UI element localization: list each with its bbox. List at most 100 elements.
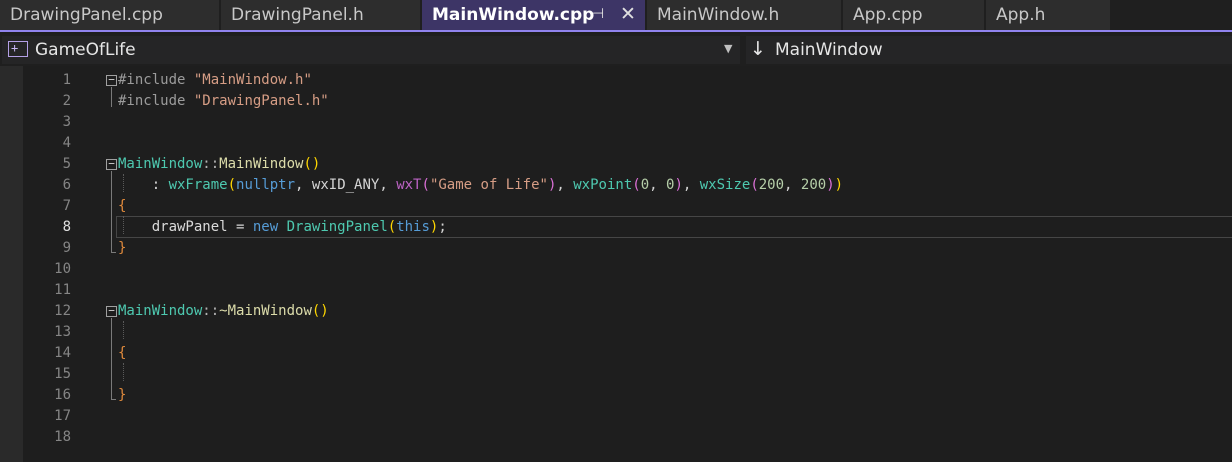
chevron-down-icon[interactable]: ▼ (724, 42, 732, 55)
initializer-colon: : (151, 177, 169, 193)
code-line-6: : wxFrame(nullptr, wxID_ANY, wxT("Game o… (118, 175, 843, 196)
code-line-8: drawPanel = new DrawingPanel(this); (118, 217, 447, 238)
line-number: 6 (62, 177, 71, 193)
paren: ) (826, 177, 835, 193)
tab-drawingpanel-cpp[interactable]: DrawingPanel.cpp (0, 0, 219, 30)
paren: ) (834, 177, 844, 193)
paren: ( (750, 177, 759, 193)
code-line-5: MainWindow::MainWindow() (118, 154, 320, 175)
keyword: nullptr (236, 177, 296, 193)
scope-operator: :: (202, 303, 220, 319)
navigation-bar: + GameOfLife ▼ ↓ MainWindow (0, 34, 1232, 66)
number-literal: 0 (640, 177, 650, 193)
paren: ( (387, 219, 397, 235)
type-name: wxPoint (573, 177, 633, 193)
collapse-icon[interactable]: − (106, 305, 117, 317)
line-number: 2 (62, 93, 71, 109)
string-literal: "Game of Life" (429, 177, 548, 193)
member-name: MainWindow (775, 40, 883, 60)
member-dropdown[interactable]: ↓ MainWindow (746, 36, 1232, 64)
parentheses: () (311, 303, 329, 319)
line-number: 11 (54, 282, 71, 298)
line-number: 14 (54, 345, 71, 361)
comma: , (682, 177, 700, 193)
line-number: 13 (54, 324, 71, 340)
tab-app-cpp[interactable]: App.cpp (843, 0, 984, 30)
paren: ( (227, 177, 237, 193)
scope-operator: :: (202, 156, 220, 172)
code-line-14: { (118, 343, 126, 364)
preprocessor-directive: #include (118, 93, 186, 109)
code-editor[interactable]: 1 2 3 4 5 6 7 8 9 10 11 12 13 14 15 16 1… (0, 66, 1232, 462)
type-name: wxSize (699, 177, 751, 193)
class-name: MainWindow (118, 156, 203, 172)
keyword: new (252, 219, 279, 235)
tab-label: App.cpp (853, 5, 923, 25)
comma: , (379, 177, 397, 193)
line-number: 12 (54, 303, 71, 319)
outline-bracket (111, 87, 112, 107)
project-dropdown[interactable]: + GameOfLife ▼ (2, 36, 740, 64)
paren: ( (421, 177, 430, 193)
tab-mainwindow-h[interactable]: MainWindow.h (647, 0, 841, 30)
line-number: 9 (62, 240, 71, 256)
project-icon: + (8, 41, 28, 57)
line-number: 1 (62, 72, 71, 88)
member-variable: drawPanel (151, 219, 228, 235)
function-name: MainWindow (219, 156, 304, 172)
line-number: 5 (62, 156, 71, 172)
comma: , (649, 177, 666, 193)
base-class: wxFrame (168, 177, 228, 193)
line-number: 18 (54, 429, 71, 445)
indent-guide (123, 363, 124, 381)
tab-drawingpanel-h[interactable]: DrawingPanel.h (221, 0, 420, 30)
function-name: ~MainWindow (219, 303, 312, 319)
tab-label: MainWindow.h (657, 5, 780, 25)
code-line-16: } (118, 385, 126, 406)
outline-bracket (111, 318, 116, 400)
code-line-2: #include "DrawingPanel.h" (118, 91, 329, 112)
comma: , (784, 177, 801, 193)
paren: ( (632, 177, 641, 193)
collapse-icon[interactable]: − (106, 74, 117, 86)
number-literal: 200 (800, 177, 827, 193)
semicolon: ; (438, 219, 447, 235)
comma: , (295, 177, 312, 193)
tab-app-h[interactable]: App.h (986, 0, 1110, 30)
include-path: "MainWindow.h" (193, 72, 312, 88)
close-icon[interactable]: ✕ (620, 3, 636, 25)
line-number: 16 (54, 387, 71, 403)
type-name: DrawingPanel (286, 219, 388, 235)
line-number: 4 (62, 135, 71, 151)
tab-label: DrawingPanel.cpp (10, 5, 163, 25)
line-number: 7 (62, 198, 71, 214)
collapse-icon[interactable]: − (106, 158, 117, 170)
line-number: 15 (54, 366, 71, 382)
pin-icon[interactable]: ⊣ (592, 6, 604, 22)
tab-label: DrawingPanel.h (231, 5, 364, 25)
line-number-current: 8 (62, 219, 71, 235)
preprocessor-directive: #include (118, 72, 186, 88)
project-name: GameOfLife (35, 40, 136, 60)
comma: , (556, 177, 574, 193)
indicator-margin (0, 66, 23, 462)
include-path: "DrawingPanel.h" (193, 93, 329, 109)
open-brace: { (118, 345, 127, 361)
code-line-12: MainWindow::~MainWindow() (118, 301, 329, 322)
macro: wxT (396, 177, 422, 193)
tab-label: MainWindow.cpp (432, 5, 595, 25)
class-name: MainWindow (118, 303, 203, 319)
tab-label: App.h (996, 5, 1046, 25)
indent-guide (123, 321, 124, 339)
tab-mainwindow-cpp[interactable]: MainWindow.cpp ⊣ ✕ (422, 0, 645, 30)
code-line-1: #include "MainWindow.h" (118, 70, 312, 91)
code-line-9: } (118, 238, 126, 259)
close-brace: } (118, 240, 127, 256)
number-literal: 200 (758, 177, 785, 193)
down-arrow-icon: ↓ (750, 38, 766, 60)
parentheses: () (303, 156, 321, 172)
close-brace: } (118, 387, 127, 403)
keyword: this (396, 219, 430, 235)
assignment-operator: = (227, 219, 253, 235)
